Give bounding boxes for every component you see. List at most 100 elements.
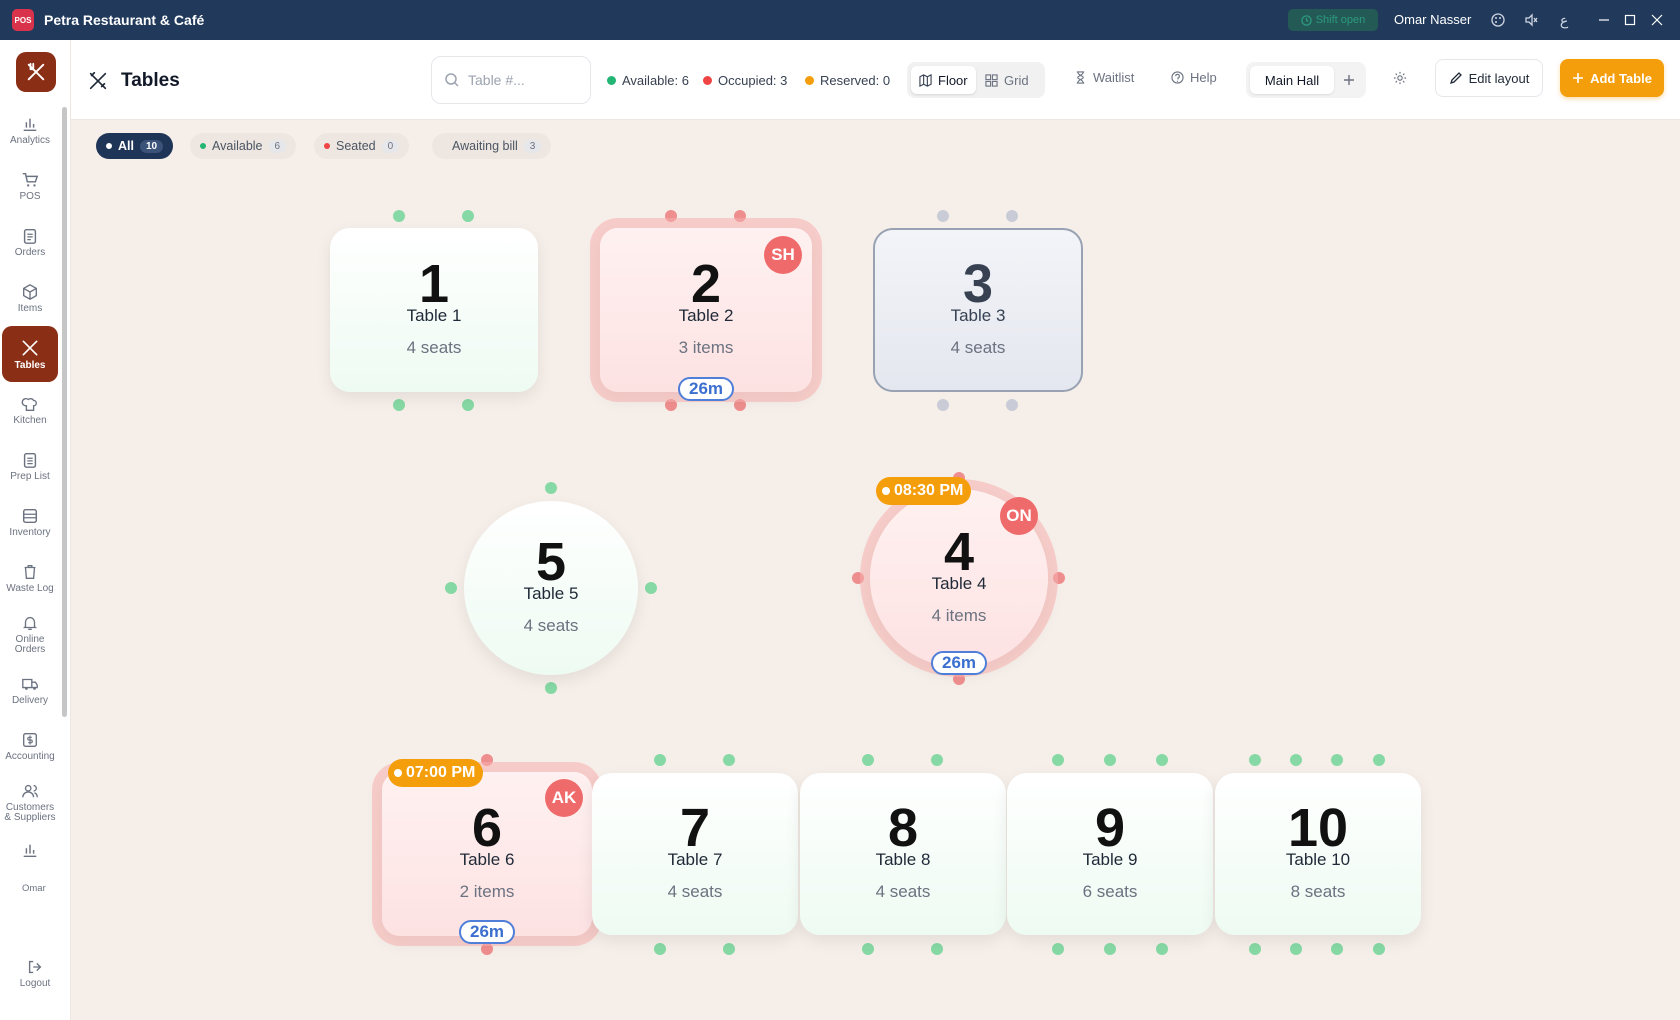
table-name: Table 8 <box>875 850 931 869</box>
seat-dot <box>937 210 949 222</box>
table-number: 5 <box>535 532 567 592</box>
seat-dot <box>862 943 874 955</box>
sidebar-item-delivery[interactable]: Delivery <box>2 662 58 718</box>
seat-dot <box>1052 754 1064 766</box>
sidebar: Analytics POS Orders Items Tables Kitche… <box>0 40 71 1020</box>
table-name: Table 9 <box>1082 850 1138 869</box>
help-button[interactable]: Help <box>1171 70 1217 85</box>
sidebar-item-orders[interactable]: Orders <box>2 214 58 270</box>
sidebar-item-kitchen[interactable]: Kitchen <box>2 382 58 438</box>
hall-tab-main[interactable]: Main Hall <box>1250 66 1334 94</box>
seat-dot <box>1053 572 1065 584</box>
reserved-dot <box>805 76 814 85</box>
sidebar-item-accounting[interactable]: Accounting <box>2 718 58 774</box>
sidebar-item-label: Analytics <box>9 134 50 146</box>
table-seats: 4 seats <box>406 338 462 357</box>
add-hall-button[interactable] <box>1336 66 1362 94</box>
plus-icon <box>1573 73 1584 83</box>
utensils-icon <box>87 70 109 97</box>
filter-available[interactable]: Available 6 <box>190 133 296 159</box>
filter-count: 6 <box>268 139 287 153</box>
brand-logo[interactable] <box>16 52 56 92</box>
view-floor-button[interactable]: Floor <box>911 66 976 94</box>
server-initials-badge: AK <box>545 779 583 817</box>
table-card-8[interactable]: 8 Table 8 4 seats <box>800 773 1006 935</box>
maximize-icon[interactable] <box>1620 10 1640 30</box>
utensils-icon <box>22 340 38 355</box>
waitlist-button[interactable]: Waitlist <box>1074 70 1134 85</box>
elapsed-timer: 26m <box>678 377 734 401</box>
reservation-time-badge: 07:00 PM <box>388 759 484 787</box>
logout-label: Logout <box>19 977 51 989</box>
shift-status-badge[interactable]: Shift open <box>1288 9 1378 31</box>
minimize-icon[interactable] <box>1594 10 1614 30</box>
sidebar-item-waste-log[interactable]: Waste Log <box>2 550 58 606</box>
table-seats: 6 seats <box>1082 882 1138 901</box>
search-input[interactable] <box>468 72 568 88</box>
palette-icon[interactable] <box>1488 10 1508 30</box>
filter-all[interactable]: All 10 <box>96 133 174 159</box>
table-card-9[interactable]: 9 Table 9 6 seats <box>1007 773 1213 935</box>
mute-icon[interactable] <box>1521 10 1541 30</box>
table-name: Table 1 <box>406 306 462 325</box>
sidebar-item-inventory[interactable]: Inventory <box>2 494 58 550</box>
table-card-7[interactable]: 7 Table 7 4 seats <box>592 773 798 935</box>
close-icon[interactable] <box>1647 10 1667 30</box>
seat-dot <box>931 943 943 955</box>
table-card-10[interactable]: 10 Table 10 8 seats <box>1215 773 1421 935</box>
sidebar-item-prep-list[interactable]: Prep List <box>2 438 58 494</box>
stat-available: Available: 6 <box>607 73 689 88</box>
filter-label: Seated <box>336 139 376 153</box>
table-number: 3 <box>962 254 994 314</box>
sidebar-item-customers-suppliers[interactable]: Customers & Suppliers <box>2 774 58 830</box>
seat-dot <box>393 210 405 222</box>
sidebar-item-more[interactable] <box>2 830 58 870</box>
view-floor-label: Floor <box>938 72 968 88</box>
sidebar-scrollbar[interactable] <box>62 107 67 717</box>
edit-layout-label: Edit layout <box>1468 70 1530 86</box>
search-box[interactable] <box>431 56 591 104</box>
settings-button[interactable] <box>1393 71 1407 85</box>
user-name[interactable]: Omar Nasser <box>1394 12 1471 27</box>
seat-dot <box>1331 943 1343 955</box>
seat-dot <box>393 399 405 411</box>
sidebar-item-analytics[interactable]: Analytics <box>2 102 58 158</box>
table-seats: 8 seats <box>1290 882 1346 901</box>
waitlist-label: Waitlist <box>1093 70 1135 85</box>
bell-icon <box>22 616 38 630</box>
add-table-button[interactable]: Add Table <box>1560 59 1664 97</box>
sidebar-item-label: Items <box>17 302 43 314</box>
seat-dot <box>862 754 874 766</box>
edit-layout-button[interactable]: Edit layout <box>1435 59 1543 97</box>
available-dot <box>607 76 616 85</box>
table-number: 2 <box>690 254 722 314</box>
table-card-3[interactable]: 3 Table 3 4 seats <box>873 228 1083 392</box>
sidebar-item-pos[interactable]: POS <box>2 158 58 214</box>
sidebar-item-tables[interactable]: Tables <box>2 326 58 382</box>
seat-dot <box>1156 943 1168 955</box>
table-name: Table 7 <box>667 850 723 869</box>
language-icon[interactable]: ع <box>1554 10 1574 30</box>
view-grid-button[interactable]: Grid <box>977 66 1037 94</box>
sidebar-item-label: Customers & Suppliers <box>4 801 56 823</box>
filter-count: 10 <box>139 139 164 153</box>
filter-label: All <box>118 139 134 153</box>
seat-dot <box>1156 754 1168 766</box>
sidebar-item-items[interactable]: Items <box>2 270 58 326</box>
filter-awaiting-bill[interactable]: Awaiting bill 3 <box>432 133 551 159</box>
sidebar-item-online-orders[interactable]: Online Orders <box>2 606 58 662</box>
table-card-5[interactable]: 5 Table 5 4 seats <box>464 501 638 675</box>
table-name: Table 3 <box>950 306 1006 325</box>
archive-icon <box>22 508 38 523</box>
sidebar-user-label: Omar <box>22 883 46 894</box>
seat-dot <box>1052 943 1064 955</box>
table-card-1[interactable]: 1 Table 1 4 seats <box>330 228 538 392</box>
table-number: 6 <box>471 798 503 858</box>
sidebar-item-label: Kitchen <box>13 414 47 426</box>
seat-dot <box>1373 754 1385 766</box>
logout-button[interactable]: Logout <box>7 950 63 996</box>
seat-dot <box>462 399 474 411</box>
filter-label: Available <box>212 139 263 153</box>
table-name: Table 6 <box>459 850 515 869</box>
filter-seated[interactable]: Seated 0 <box>314 133 409 159</box>
